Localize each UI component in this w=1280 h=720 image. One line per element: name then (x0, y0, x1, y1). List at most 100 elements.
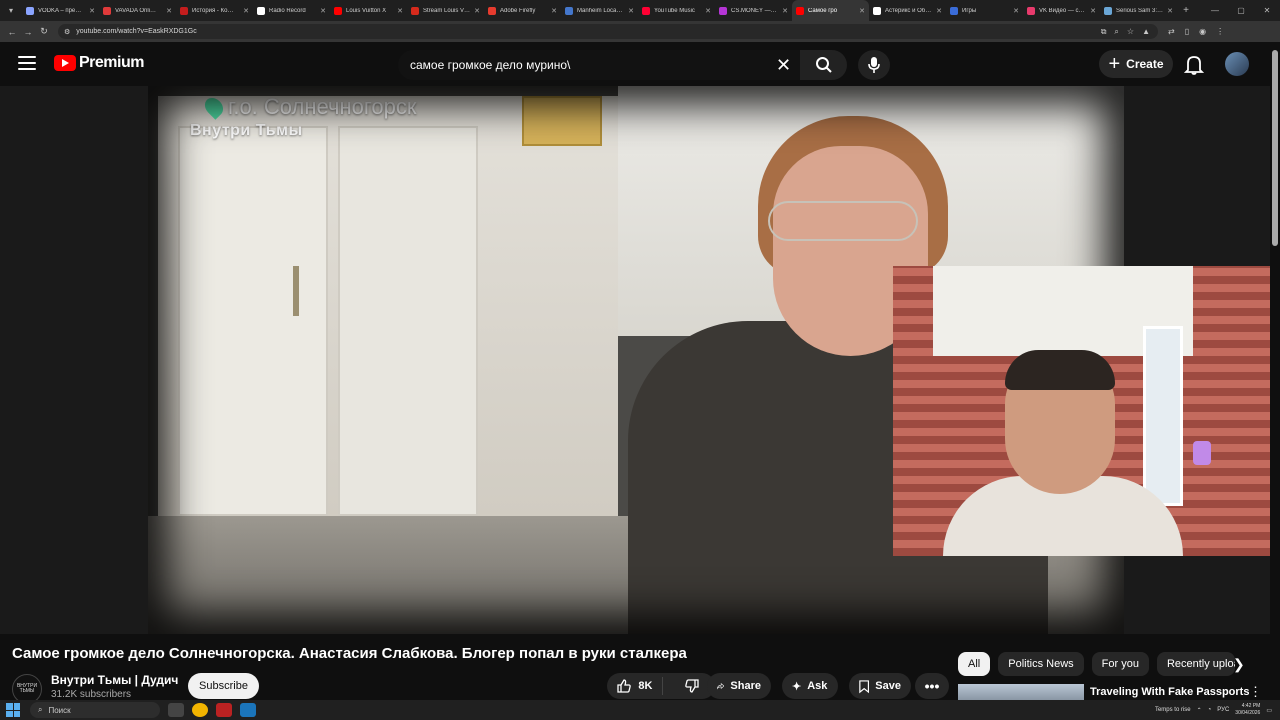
windows-start-icon[interactable] (6, 703, 20, 717)
clock[interactable]: 4:42 PM 30/04/2026 (1235, 703, 1260, 717)
chip-politics-news[interactable]: Politics News (998, 652, 1084, 676)
share-button[interactable]: Share (707, 673, 771, 699)
steam-icon[interactable] (240, 703, 256, 717)
tab-close-icon[interactable]: ✕ (243, 7, 249, 15)
site-info-icon[interactable]: ⚙ (64, 28, 70, 36)
browser-tab[interactable]: Louis Vuitton X ✕ (330, 0, 407, 21)
network-icon[interactable]: ◔ (1208, 707, 1212, 713)
account-avatar[interactable] (1225, 52, 1249, 76)
more-actions-button[interactable]: ••• (915, 673, 949, 699)
chevron-up-icon[interactable]: ⌃ (1197, 707, 1202, 714)
taskbar-search[interactable]: ⌕ Поиск (30, 702, 160, 718)
browser-tab[interactable]: VAVADA Onli… ✕ (99, 0, 176, 21)
close-window-icon[interactable]: ✕ (1254, 0, 1280, 21)
search-icon (815, 57, 832, 73)
youtube-premium-logo[interactable]: Premium (54, 54, 144, 72)
forward-icon[interactable]: → (20, 27, 36, 37)
browser-menu-icon[interactable]: ⋮ (1216, 27, 1224, 36)
chip-all[interactable]: All (958, 652, 991, 676)
browser-tab[interactable]: Radio Record ✕ (253, 0, 330, 21)
back-icon[interactable]: ← (4, 27, 20, 37)
tab-favicon-icon (565, 6, 573, 15)
tab-close-icon[interactable]: ✕ (474, 7, 480, 15)
translate-icon[interactable]: ⇄ (1168, 27, 1175, 36)
chrome-icon[interactable] (192, 703, 208, 717)
notification-center-icon[interactable]: ▭ (1266, 707, 1272, 714)
minimize-icon[interactable]: — (1202, 0, 1228, 21)
toolbar-right: ⇄ ▯ ◉ ⋮ (1168, 27, 1224, 36)
tab-close-icon[interactable]: ✕ (397, 7, 403, 15)
like-button[interactable]: 8K (607, 677, 663, 695)
system-tray: Temps to rise ⌃ ◔ РУС 4:42 PM 30/04/2026… (1155, 700, 1272, 720)
browser-tab[interactable]: Самое гро ✕ (792, 0, 869, 21)
browser-tab[interactable]: CS.MONEY —… ✕ (715, 0, 792, 21)
browser-tab[interactable]: Stream Louis V… ✕ (407, 0, 484, 21)
browser-tab[interactable]: Adobe Firefly ✕ (484, 0, 561, 21)
clock-date: 30/04/2026 (1235, 710, 1261, 716)
tab-close-icon[interactable]: ✕ (1013, 7, 1019, 15)
sidebar-icon[interactable]: ▯ (1185, 27, 1189, 36)
profile-icon[interactable]: ◉ (1199, 27, 1206, 36)
page-scrollbar-thumb[interactable] (1272, 50, 1278, 246)
tab-search-icon[interactable]: ▾ (0, 0, 22, 21)
language-indicator[interactable]: РУС (1217, 707, 1229, 713)
open-in-window-icon[interactable]: ⧉ (1101, 27, 1107, 37)
chevron-right-icon[interactable]: ❯ (1233, 656, 1245, 673)
tab-title: Serious Sam 3:… (1116, 7, 1164, 14)
search-button[interactable] (800, 50, 847, 80)
tab-close-icon[interactable]: ✕ (1167, 7, 1173, 15)
tab-close-icon[interactable]: ✕ (705, 7, 711, 15)
recommendation-title[interactable]: Traveling With Fake Passports (1090, 686, 1249, 698)
browser-tab[interactable]: Serious Sam 3:… ✕ (1100, 0, 1177, 21)
chip-recently-uploaded[interactable]: Recently uploaded (1156, 652, 1235, 676)
thumbs-down-icon (685, 679, 699, 693)
zoom-icon[interactable]: ⌕ (1114, 27, 1118, 37)
browser-tab-strip: ▾ VODKA – пре… ✕ VAVADA Onli… ✕ История - Ко… (0, 0, 1280, 21)
tab-title: VK Видео — с… (1039, 7, 1085, 14)
subscriber-count: 31.2K subscribers (51, 689, 132, 700)
subscribe-button[interactable]: Subscribe (188, 673, 259, 699)
extension-icon[interactable]: ▲ (1142, 27, 1150, 37)
tab-close-icon[interactable]: ✕ (782, 7, 788, 15)
clear-search-icon[interactable]: ✕ (776, 55, 791, 75)
notifications-button[interactable] (1183, 54, 1205, 76)
channel-name[interactable]: Внутри Тьмы | Дудич (51, 673, 178, 687)
task-view-icon[interactable] (168, 703, 184, 717)
create-button[interactable]: + Create (1099, 50, 1173, 78)
new-tab-button[interactable]: + (1177, 5, 1195, 16)
recommendation-menu-icon[interactable]: ⋮ (1249, 684, 1262, 700)
browser-tab[interactable]: Астерикс и Об… ✕ (869, 0, 946, 21)
browser-tab[interactable]: VODKA – пре… ✕ (22, 0, 99, 21)
reload-icon[interactable]: ↻ (36, 26, 52, 37)
save-button[interactable]: Save (849, 673, 911, 699)
tab-favicon-icon (950, 6, 958, 15)
logo-text: Premium (79, 54, 144, 71)
chip-for-you[interactable]: For you (1091, 652, 1149, 676)
tab-close-icon[interactable]: ✕ (628, 7, 634, 15)
browser-tab[interactable]: Manheim Loca… ✕ (561, 0, 638, 21)
browser-tab[interactable]: Игры ✕ (946, 0, 1023, 21)
browser-tab[interactable]: YouTube Music ✕ (638, 0, 715, 21)
tab-close-icon[interactable]: ✕ (89, 7, 95, 15)
window-controls: — ▢ ✕ (1202, 0, 1280, 21)
thumbs-up-icon (617, 679, 632, 693)
tab-close-icon[interactable]: ✕ (859, 7, 865, 15)
tab-close-icon[interactable]: ✕ (1090, 7, 1096, 15)
voice-search-button[interactable] (858, 50, 890, 80)
app-icon[interactable] (216, 703, 232, 717)
search-input[interactable]: самое громкое дело мурино\ (398, 50, 800, 80)
tab-close-icon[interactable]: ✕ (166, 7, 172, 15)
tab-list: VODKA – пре… ✕ VAVADA Onli… ✕ История - Ко… ✕… (22, 0, 1177, 21)
url-field[interactable]: ⚙ youtube.com/watch?v=EaskRXDG1Gc ⧉ ⌕ ☆ … (58, 24, 1158, 39)
hamburger-icon[interactable] (18, 56, 36, 70)
maximize-icon[interactable]: ▢ (1228, 0, 1254, 21)
tab-close-icon[interactable]: ✕ (551, 7, 557, 15)
video-player[interactable]: г.о. Солнечногорск Внутри Тьмы (0, 86, 1280, 634)
bookmark-star-icon[interactable]: ☆ (1127, 27, 1134, 37)
tab-close-icon[interactable]: ✕ (320, 7, 326, 15)
ask-button[interactable]: ✦ Ask (782, 673, 838, 699)
browser-tab[interactable]: История - Ко… ✕ (176, 0, 253, 21)
tab-close-icon[interactable]: ✕ (936, 7, 942, 15)
browser-tab[interactable]: VK Видео — с… ✕ (1023, 0, 1100, 21)
weather-text[interactable]: Temps to rise (1155, 707, 1191, 713)
